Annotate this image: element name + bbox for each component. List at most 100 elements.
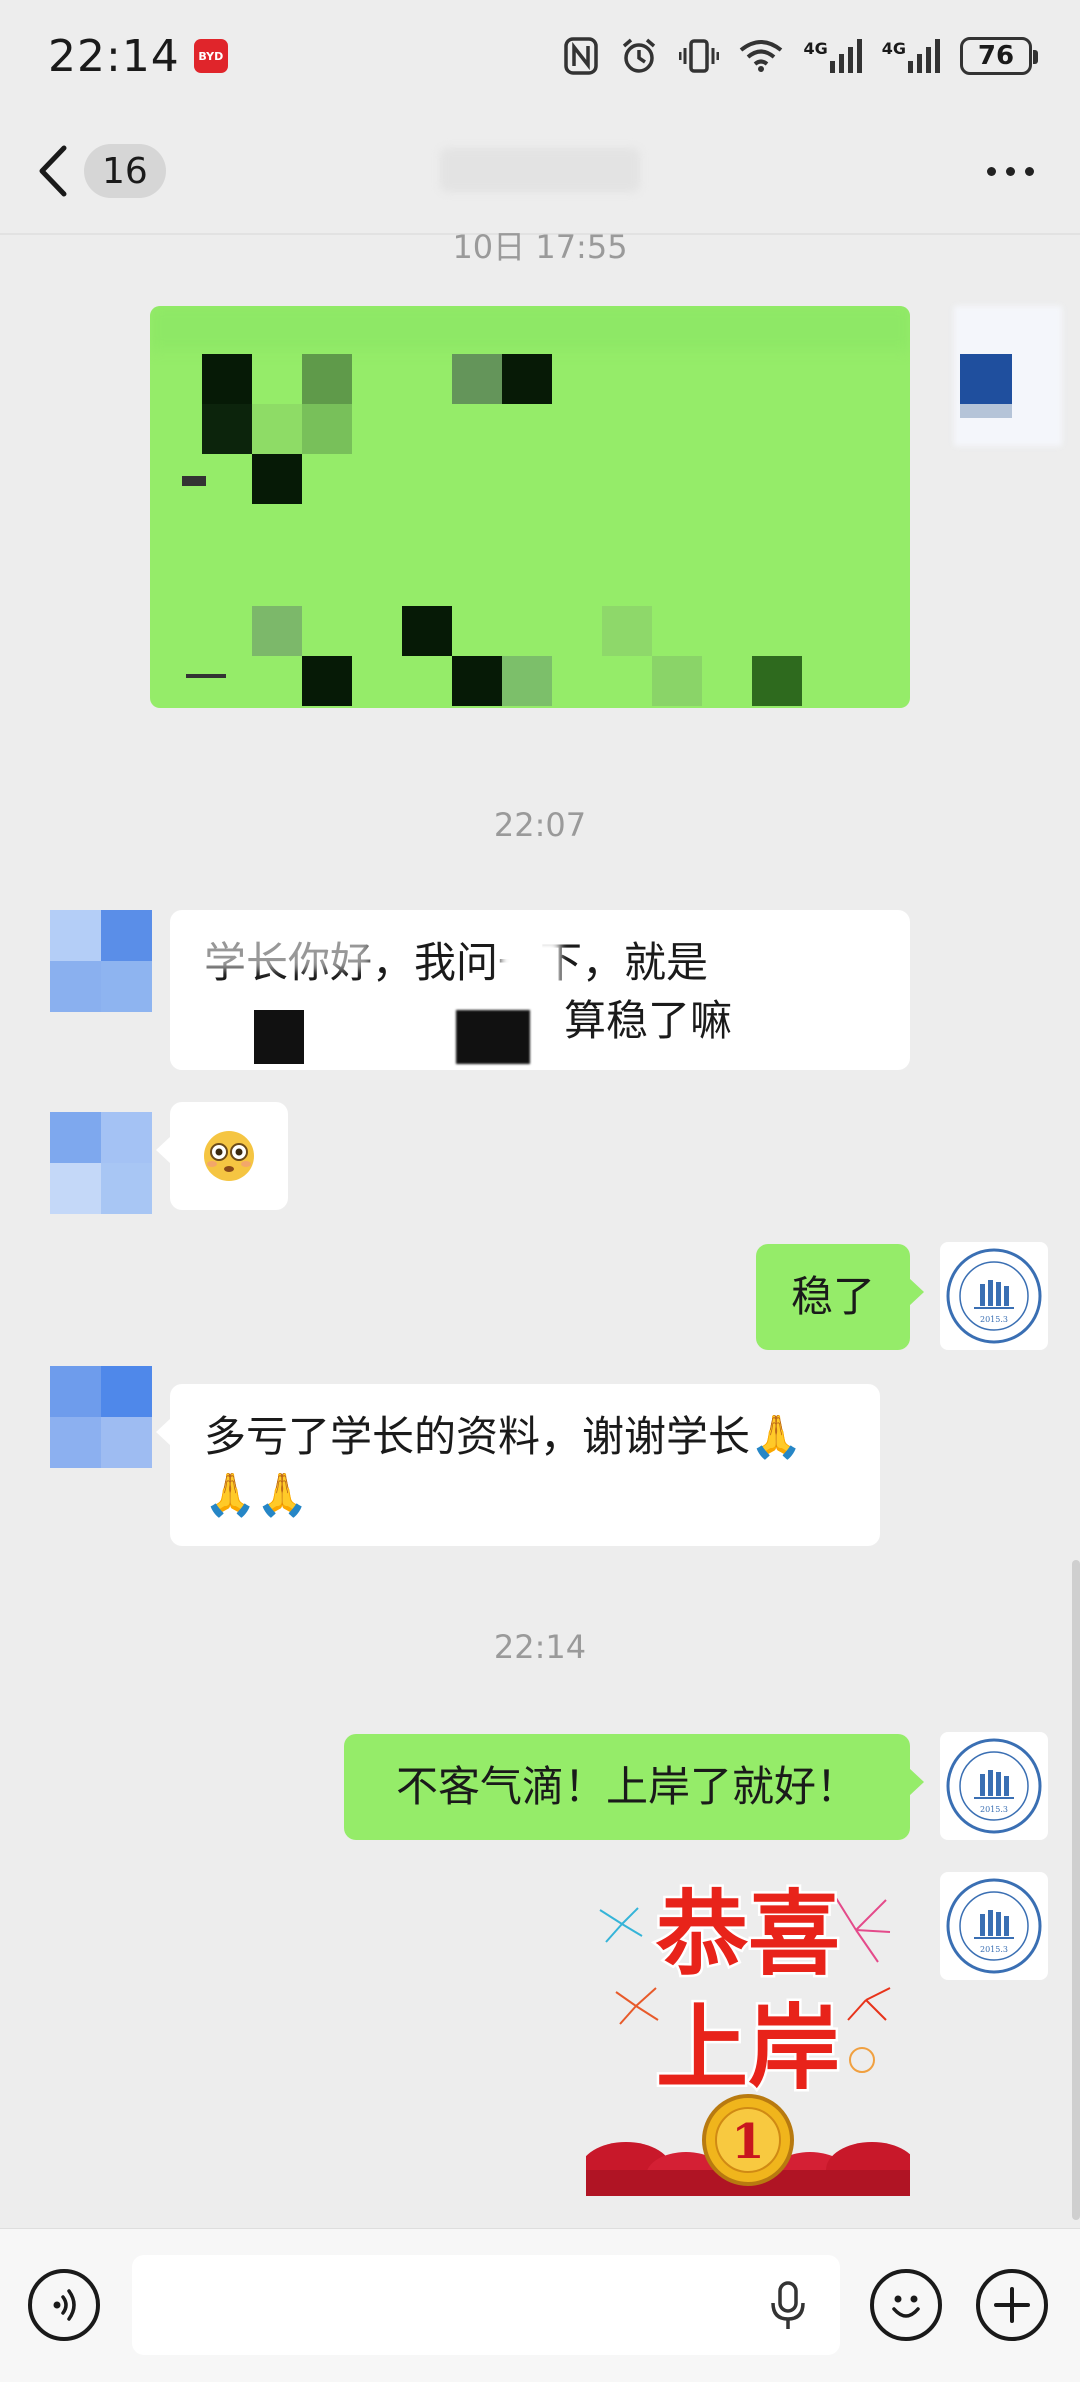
pixel-block [202, 404, 252, 454]
redacted-green-message[interactable] [150, 306, 910, 708]
pixel-block [186, 674, 226, 678]
incoming-message[interactable]: 学长你好，我问一下，就是 算稳了嘛 [170, 910, 910, 1070]
app-notification-badge: BYD [193, 39, 228, 73]
svg-text:2015.3: 2015.3 [980, 1315, 1008, 1324]
network-type-label-2: 4G [881, 39, 906, 58]
pixel-block [602, 606, 652, 656]
battery-level: 76 [977, 41, 1015, 71]
chevron-left-icon [39, 145, 67, 197]
plus-icon [994, 2287, 1030, 2323]
incoming-message[interactable]: 多亏了学长的资料，谢谢学长🙏 🙏🙏 [156, 1384, 880, 1546]
pixel-block [254, 1010, 304, 1064]
pixel-block [50, 910, 101, 961]
timestamp: 22:14 [493, 1628, 587, 1666]
timestamp: 10日 17:55 [452, 228, 628, 266]
redaction-blur [500, 940, 560, 990]
pixel-block [50, 1112, 101, 1163]
redaction-blur [725, 930, 905, 990]
self-avatar[interactable]: 2015.3 [940, 1732, 1048, 1840]
pixel-block [50, 1163, 101, 1214]
emoji-button[interactable] [870, 2269, 942, 2341]
pixel-block [101, 1112, 152, 1163]
voice-wave-icon [53, 2289, 76, 2321]
message-text: 不客气滴！上岸了就好！ [395, 1762, 858, 1811]
timestamp: 22:07 [493, 806, 587, 844]
nfc-icon [564, 37, 599, 75]
svg-text:1: 1 [731, 2114, 764, 2170]
vibrate-icon [679, 39, 720, 73]
signal-4g-icon-2: 4G [882, 39, 940, 73]
pixel-block [101, 910, 152, 961]
message-line: 🙏🙏 [204, 1470, 309, 1519]
pixel-block [652, 656, 702, 706]
self-avatar[interactable]: 2015.3 [940, 1872, 1048, 1980]
pixel-block [402, 606, 452, 656]
self-avatar[interactable]: 2015.3 [940, 1242, 1048, 1350]
redacted-avatar[interactable] [954, 306, 1062, 446]
signal-4g-icon: 4G [803, 39, 862, 73]
sticker-text-line2: 上岸 [656, 1995, 840, 2102]
scrollbar[interactable] [1072, 1560, 1080, 2220]
wifi-icon [740, 40, 783, 72]
gold-medal-icon: 1 [702, 2094, 794, 2186]
smiley-icon [892, 2295, 920, 2318]
more-options-button[interactable] [977, 157, 1044, 186]
pixel-block [960, 354, 1012, 404]
pixel-block [302, 354, 352, 404]
pixel-block [101, 1417, 152, 1468]
pixel-block [302, 404, 352, 454]
pixel-block [452, 656, 502, 706]
more-functions-button[interactable] [976, 2269, 1048, 2341]
status-bar: 22:14 BYD 4G 4G 76 [0, 0, 1080, 112]
pixel-block [101, 1366, 152, 1417]
outgoing-message[interactable]: 不客气滴！上岸了就好！ [344, 1734, 924, 1840]
network-type-label: 4G [803, 39, 828, 58]
message-line-text: 算稳了嘛 [564, 996, 733, 1045]
alarm-icon [623, 38, 656, 73]
microphone-icon[interactable] [770, 2281, 806, 2331]
flushed-face-icon [204, 1131, 254, 1181]
battery-icon: 76 [960, 37, 1038, 75]
more-dot [1006, 166, 1015, 176]
pixel-block [101, 961, 152, 1012]
svg-text:2015.3: 2015.3 [980, 1945, 1008, 1954]
contact-avatar[interactable] [50, 1366, 152, 1468]
status-time: 22:14 [48, 30, 180, 82]
contact-avatar[interactable] [50, 910, 152, 1012]
redaction-blur [170, 910, 370, 970]
pixel-block [50, 1366, 101, 1417]
pixel-block [502, 354, 552, 404]
svg-text:2015.3: 2015.3 [980, 1805, 1008, 1814]
pixel-block [252, 454, 302, 504]
sticker-graphic: 恭喜 上岸 1 [586, 1879, 910, 2196]
pixel-block [182, 476, 206, 486]
pixel-block [50, 1417, 101, 1468]
back-button[interactable]: 16 [36, 144, 166, 198]
pixel-block [456, 1010, 530, 1064]
pixel-block [502, 656, 552, 706]
more-dot [987, 166, 996, 176]
academy-logo-icon: 2015.3 [946, 1248, 1042, 1344]
pixel-block [302, 656, 352, 706]
congratulations-sticker[interactable]: 恭喜 上岸 1 [586, 1870, 910, 2196]
message-input-bar [0, 2228, 1080, 2382]
message-input[interactable] [132, 2255, 840, 2355]
message-text: 稳了 [790, 1272, 875, 1321]
more-dot [1025, 166, 1034, 176]
message-line: 多亏了学长的资料，谢谢学长🙏 [204, 1412, 803, 1461]
academy-logo-icon: 2015.3 [946, 1878, 1042, 1974]
outgoing-message[interactable]: 稳了 [756, 1244, 924, 1350]
voice-mode-button[interactable] [28, 2269, 100, 2341]
status-icons: 4G 4G 76 [563, 36, 1038, 76]
pixel-block [150, 306, 910, 350]
pixel-block [452, 354, 502, 404]
academy-logo-icon: 2015.3 [946, 1738, 1042, 1834]
pixel-block [202, 354, 252, 404]
sticker-text-line1: 恭喜 [655, 1881, 840, 1988]
chat-title-redacted [440, 148, 640, 192]
pixel-block [252, 404, 302, 454]
chat-header: 16 [0, 112, 1080, 230]
incoming-message-emoji[interactable] [156, 1102, 288, 1210]
contact-avatar[interactable] [50, 1112, 152, 1214]
pixel-block [960, 404, 1012, 418]
